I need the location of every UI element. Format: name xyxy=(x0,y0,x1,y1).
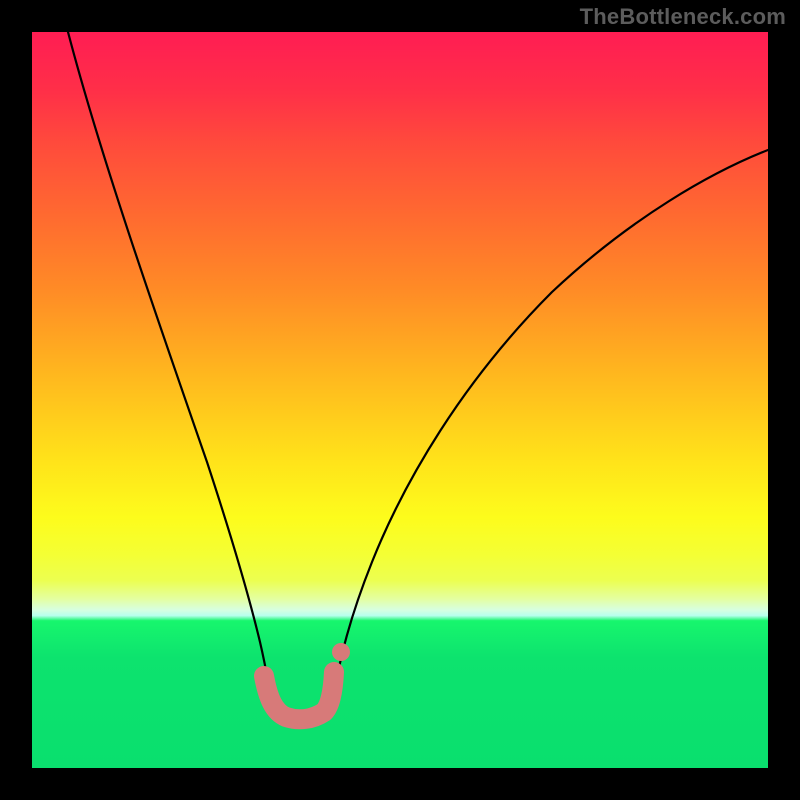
curve-right-branch xyxy=(332,150,768,712)
watermark-label: TheBottleneck.com xyxy=(580,4,786,30)
valley-highlight xyxy=(264,672,334,719)
chart-svg xyxy=(32,32,768,768)
chart-frame: TheBottleneck.com xyxy=(0,0,800,800)
plot-area xyxy=(32,32,768,768)
valley-highlight-dot xyxy=(332,643,350,661)
curve-left-branch xyxy=(68,32,272,712)
